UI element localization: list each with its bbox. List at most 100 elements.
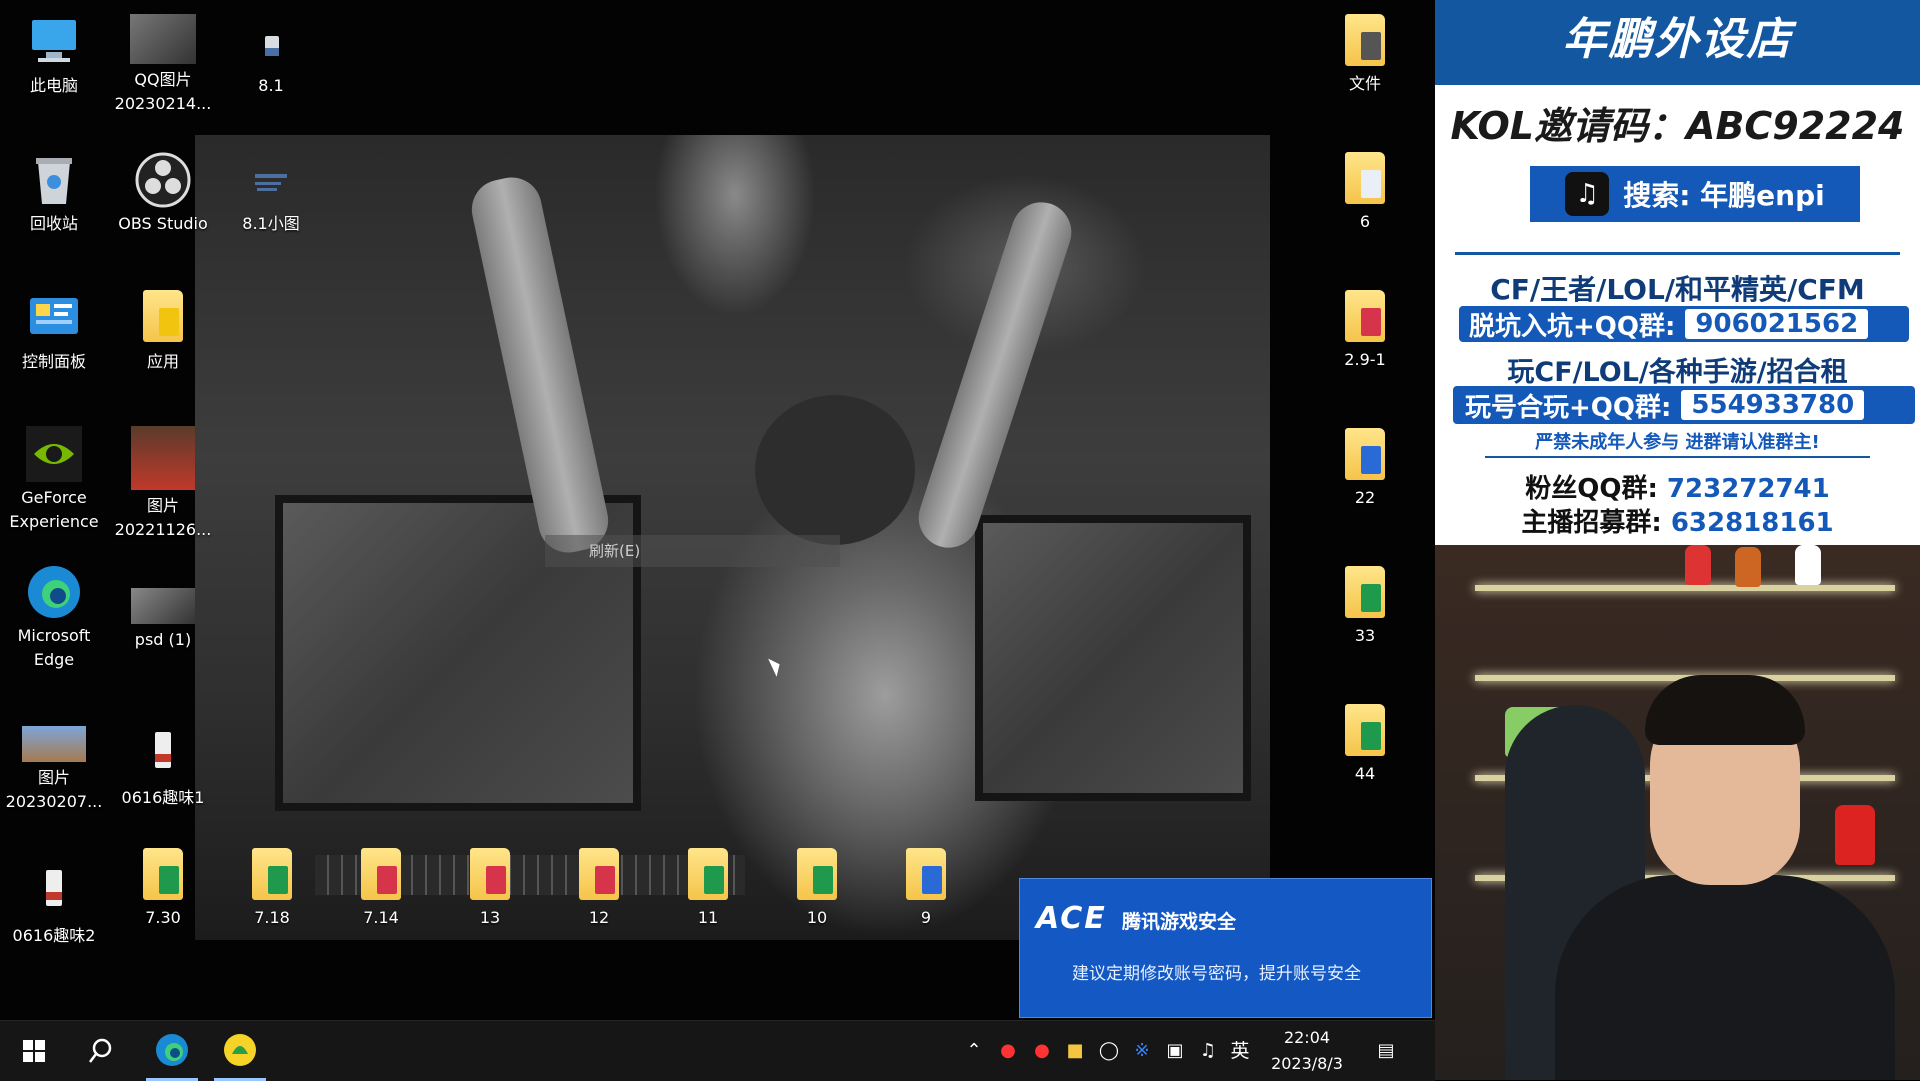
desktop-folder-22[interactable]: 22	[1313, 428, 1417, 510]
folder-icon	[688, 848, 728, 900]
qq-icon-2[interactable]: ●	[1030, 1039, 1054, 1063]
word-badge-icon	[922, 866, 942, 894]
excel-badge-icon	[813, 866, 833, 894]
desktop-folder-7-30[interactable]: 7.30	[111, 848, 215, 930]
desktop-icon-small-image[interactable]: 8.1小图	[219, 152, 323, 236]
obs-icon	[135, 152, 191, 208]
file-icon	[26, 864, 82, 920]
folder-icon	[361, 848, 401, 900]
icon-label: 此电脑	[29, 76, 78, 95]
desktop-folder-44[interactable]: 44	[1313, 704, 1417, 786]
desktop-icon-8-1[interactable]: 8.1	[219, 14, 323, 98]
folder-icon	[143, 290, 183, 342]
icon-label: psd (1)	[134, 630, 192, 649]
windows-icon	[23, 1040, 45, 1062]
desktop-folder-12[interactable]: 12	[547, 848, 651, 930]
desktop-icon-app-folder[interactable]: 应用	[111, 290, 215, 374]
desktop-folder-9[interactable]: 9	[874, 848, 978, 930]
overlay-info-panel: 年鹏外设店 KOL邀请码：ABC92224 ♫ 搜索: 年鹏enpi CF/王者…	[1435, 0, 1920, 545]
desktop-folder-13[interactable]: 13	[438, 848, 542, 930]
desktop-folder-10[interactable]: 10	[765, 848, 869, 930]
file-icon	[135, 726, 191, 782]
excel-badge-icon	[1361, 722, 1381, 750]
wallpaper-arm-right	[910, 194, 1080, 556]
desktop-icon-edge[interactable]: Microsoft Edge	[2, 564, 106, 672]
warning-line: 严禁未成年人参与 进群请认准群主!	[1535, 432, 1820, 453]
rent-line: 玩CF/LOL/各种手游/招合租	[1507, 357, 1848, 388]
desktop-icon-geforce[interactable]: GeForce Experience	[2, 426, 106, 534]
notification-center-icon[interactable]: ▤	[1374, 1039, 1398, 1063]
excel-badge-icon	[268, 866, 288, 894]
document-badge-icon	[1361, 170, 1381, 198]
desktop-folder-6[interactable]: 6	[1313, 152, 1417, 234]
icon-label: 回收站	[29, 214, 78, 233]
start-button[interactable]	[12, 1021, 56, 1081]
kol-code: KOL邀请码：ABC92224	[1435, 95, 1920, 150]
desktop-icon-psd[interactable]: psd (1)	[111, 588, 215, 652]
figurine	[1735, 547, 1761, 587]
volume-icon[interactable]: ♫	[1196, 1039, 1220, 1063]
ime-indicator[interactable]: 英	[1228, 1039, 1252, 1063]
icon-label: QQ图片 20230214...	[114, 70, 212, 113]
desktop-folder-files[interactable]: 文件	[1313, 14, 1417, 96]
folder-icon	[252, 848, 292, 900]
recruit-number: 632818161	[1670, 508, 1834, 538]
folder-icon	[1345, 14, 1385, 66]
recycle-bin-icon	[26, 152, 82, 208]
fans-group: 粉丝QQ群: 723272741	[1435, 468, 1920, 505]
taskbar-app[interactable]	[214, 1021, 266, 1081]
qq-icon[interactable]: ●	[996, 1039, 1020, 1063]
desktop-icon-image-20221126[interactable]: 图片 20221126...	[111, 426, 215, 542]
stream-overlay: 年鹏外设店 KOL邀请码：ABC92224 ♫ 搜索: 年鹏enpi CF/王者…	[1435, 0, 1920, 1080]
desktop-icon-qq-image[interactable]: QQ图片 20230214...	[111, 14, 215, 116]
word-badge-icon	[1361, 446, 1381, 474]
obs-tray-icon[interactable]: ◯	[1097, 1039, 1121, 1063]
icon-label: 7.18	[254, 908, 290, 927]
context-menu-refresh[interactable]: 刷新(E)	[545, 535, 840, 567]
kol-value: ABC92224	[1686, 104, 1905, 148]
shop-banner: 年鹏外设店	[1435, 0, 1920, 85]
icon-label: OBS Studio	[118, 214, 208, 233]
show-hidden-icons-chevron-icon[interactable]: ⌃	[962, 1039, 986, 1063]
douyin-search-box: ♫ 搜索: 年鹏enpi	[1530, 166, 1860, 222]
desktop-icon-this-pc[interactable]: 此电脑	[2, 14, 106, 98]
image-thumbnail-icon	[22, 726, 86, 762]
group1-label: 脱坑入坑+QQ群:	[1469, 311, 1676, 342]
edge-icon	[26, 564, 82, 620]
shelf	[1475, 585, 1895, 591]
folder-icon	[1345, 290, 1385, 342]
image-thumbnail-icon	[131, 588, 195, 624]
image-thumbnail-icon	[131, 426, 195, 490]
desktop-icon-control-panel[interactable]: 控制面板	[2, 290, 106, 374]
ace-logo: ACE	[1036, 901, 1107, 936]
ppt-badge-icon	[486, 866, 506, 894]
wallpaper-head	[755, 395, 915, 545]
tray-app-icon[interactable]: ■	[1063, 1039, 1087, 1063]
network-icon[interactable]: ▣	[1163, 1039, 1187, 1063]
icon-label: 7.30	[145, 908, 181, 927]
clock-date: 2023/8/3	[1271, 1054, 1343, 1073]
icon-label: 8.1小图	[242, 214, 300, 233]
taskbar-clock[interactable]: 22:04 2023/8/3	[1262, 1025, 1352, 1077]
desktop-icon-fun1[interactable]: 0616趣味1	[111, 726, 215, 810]
desktop[interactable]: 此电脑 QQ图片 20230214... 8.1 回收站 OBS Studio …	[0, 0, 1435, 1020]
bluetooth-icon[interactable]: ※	[1130, 1039, 1154, 1063]
desktop-folder-33[interactable]: 33	[1313, 566, 1417, 648]
search-button[interactable]	[78, 1021, 124, 1081]
desktop-icon-image-20230207[interactable]: 图片 20230207...	[2, 726, 106, 814]
ace-security-notification[interactable]: ACE 腾讯游戏安全 建议定期修改账号密码，提升账号安全	[1019, 878, 1432, 1018]
folder-icon	[906, 848, 946, 900]
desktop-folder-2-9-1[interactable]: 2.9-1	[1313, 290, 1417, 372]
desktop-icon-recycle-bin[interactable]: 回收站	[2, 152, 106, 236]
desktop-folder-7-18[interactable]: 7.18	[220, 848, 324, 930]
figurine	[1685, 545, 1711, 585]
desktop-icon-obs[interactable]: OBS Studio	[111, 152, 215, 236]
taskbar-edge[interactable]	[146, 1021, 198, 1081]
icon-label: 7.14	[363, 908, 399, 927]
desktop-folder-11[interactable]: 11	[656, 848, 760, 930]
folder-icon	[1345, 566, 1385, 618]
desktop-icon-fun2[interactable]: 0616趣味2	[2, 864, 106, 948]
desktop-folder-7-14[interactable]: 7.14	[329, 848, 433, 930]
icon-label: 13	[479, 908, 501, 927]
folder-icon	[1345, 152, 1385, 204]
